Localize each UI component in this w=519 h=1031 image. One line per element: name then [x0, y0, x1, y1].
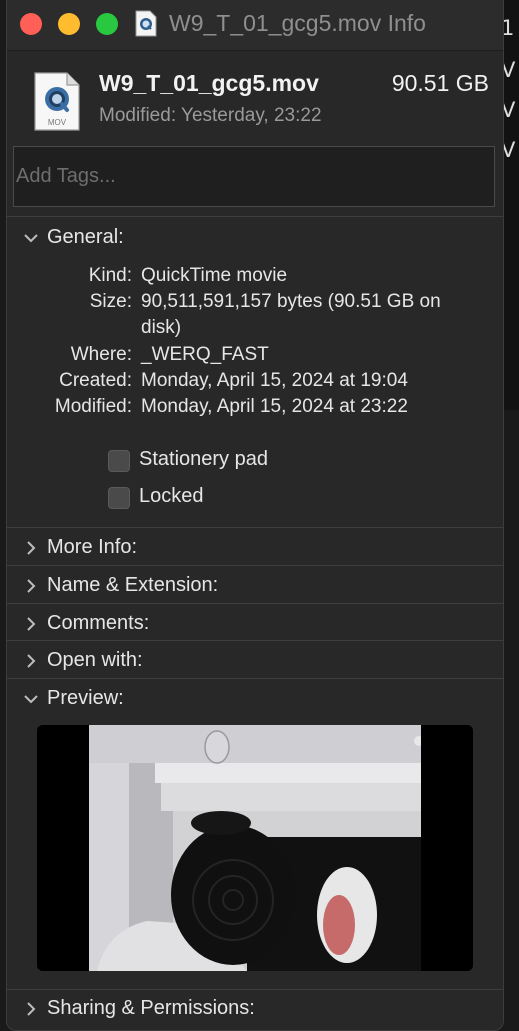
section-name-extension-label: Name & Extension: [47, 574, 219, 596]
created-label: Created: [59, 370, 132, 391]
video-frame-thumbnail [37, 725, 473, 971]
chevron-right-icon [27, 1002, 36, 1016]
section-general-label: General: [47, 226, 124, 248]
divider [7, 527, 503, 528]
divider [7, 565, 503, 566]
section-name-extension[interactable]: Name & Extension: [7, 570, 503, 606]
section-comments[interactable]: Comments: [7, 608, 503, 644]
file-modified: Modified: Yesterday, 23:22 [99, 105, 322, 126]
kind-value: QuickTime movie [141, 265, 288, 286]
locked-label: Locked [139, 485, 204, 507]
section-preview-label: Preview: [47, 687, 124, 709]
kind-label: Kind: [88, 265, 132, 286]
info-window: W9_T_01_gcg5.mov Info MOV W9_T_01_gcg5.m… [6, 0, 504, 1031]
divider [7, 678, 503, 679]
divider [7, 216, 503, 217]
tags-input[interactable] [13, 146, 495, 207]
quicktime-file-icon: MOV [34, 72, 80, 131]
video-preview[interactable] [37, 725, 473, 971]
size-label: Size: [89, 291, 132, 312]
section-more-info-label: More Info: [47, 536, 138, 558]
chevron-right-icon [27, 579, 36, 593]
divider [7, 640, 503, 641]
modified-label: Modified: [54, 396, 132, 417]
section-sharing-permissions-label: Sharing & Permissions: [47, 997, 255, 1019]
file-size: 90.51 GB [391, 70, 489, 96]
modified-value: Monday, April 15, 2024 at 23:22 [141, 396, 408, 417]
minimize-button[interactable] [58, 13, 80, 35]
chevron-down-icon [24, 234, 38, 243]
file-icon-label: MOV [48, 118, 67, 127]
window-title: W9_T_01_gcg5.mov Info [169, 10, 426, 36]
divider [7, 603, 503, 604]
created-value: Monday, April 15, 2024 at 19:04 [141, 370, 408, 391]
section-comments-label: Comments: [47, 612, 150, 634]
title-bar[interactable]: W9_T_01_gcg5.mov Info [7, 0, 503, 51]
chevron-right-icon [27, 541, 36, 555]
stationery-pad-checkbox[interactable] [108, 450, 130, 472]
stationery-pad-label: Stationery pad [139, 448, 268, 470]
where-label: Where: [70, 344, 132, 365]
quicktime-file-icon [135, 10, 157, 37]
section-general[interactable]: General: [7, 222, 503, 258]
section-open-with-label: Open with: [47, 649, 143, 671]
file-name: W9_T_01_gcg5.mov [99, 70, 319, 96]
locked-checkbox[interactable] [108, 487, 130, 509]
chevron-right-icon [27, 617, 36, 631]
chevron-right-icon [27, 654, 36, 668]
section-more-info[interactable]: More Info: [7, 532, 503, 568]
size-value: 90,511,591,157 bytes (90.51 GB on disk) [141, 291, 441, 338]
section-preview[interactable]: Preview: [7, 683, 503, 719]
zoom-button[interactable] [96, 13, 118, 35]
chevron-down-icon [24, 695, 38, 704]
divider [7, 989, 503, 990]
where-value: _WERQ_FAST [141, 344, 269, 365]
close-button[interactable] [20, 13, 42, 35]
section-open-with[interactable]: Open with: [7, 645, 503, 681]
